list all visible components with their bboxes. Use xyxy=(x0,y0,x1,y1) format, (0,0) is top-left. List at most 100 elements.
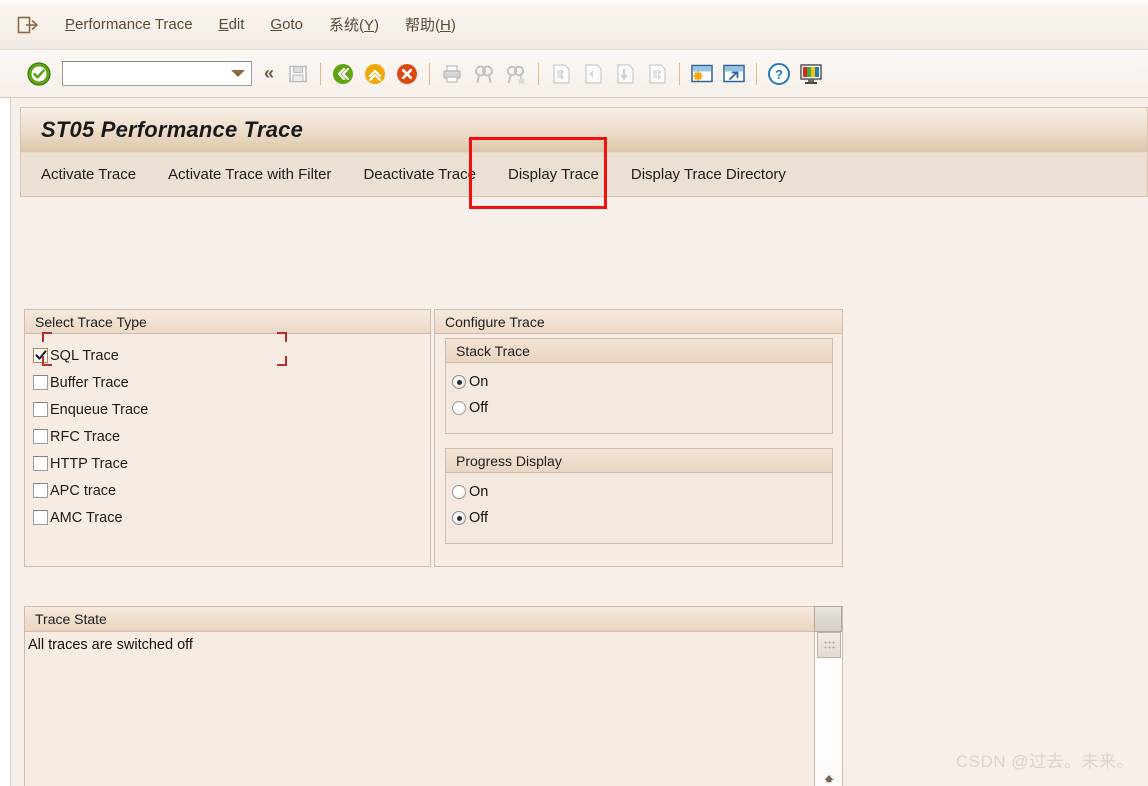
green-check-enter-icon[interactable] xyxy=(26,61,52,87)
help-icon[interactable]: ? xyxy=(766,61,792,87)
trace-state-scrollbar[interactable] xyxy=(814,632,842,786)
page-title: ST05 Performance Trace xyxy=(41,117,304,142)
radio-label: On xyxy=(469,484,489,500)
chevron-down-icon[interactable] xyxy=(231,70,245,77)
configure-trace-title: Configure Trace xyxy=(435,310,842,334)
progress-display-title: Progress Display xyxy=(446,449,832,473)
progress-display-group: Progress Display On Off xyxy=(445,448,833,544)
http-trace-checkbox[interactable] xyxy=(33,456,48,471)
print-icon[interactable] xyxy=(439,61,465,87)
radio-label: On xyxy=(469,374,489,390)
trace-state-message: All traces are switched off xyxy=(28,637,193,653)
first-page-icon[interactable] xyxy=(548,61,574,87)
checkbox-row-http-trace[interactable]: HTTP Trace xyxy=(33,450,430,477)
checkbox-row-apc-trace[interactable]: APC trace xyxy=(33,477,430,504)
previous-page-icon[interactable] xyxy=(580,61,606,87)
command-input[interactable] xyxy=(66,63,226,84)
checkbox-label: AMC Trace xyxy=(50,509,123,526)
stack-trace-on-radio[interactable] xyxy=(452,375,466,389)
apc-trace-checkbox[interactable] xyxy=(33,483,48,498)
sap-gui-window: Performance Trace Edit Goto 系统(Y) 帮助(H) … xyxy=(0,0,1148,786)
stack-trace-title: Stack Trace xyxy=(446,339,832,363)
cancel-icon[interactable] xyxy=(394,61,420,87)
toolbar-separator xyxy=(756,62,758,85)
next-page-icon[interactable] xyxy=(612,61,638,87)
checkbox-label: HTTP Trace xyxy=(50,455,128,472)
checkbox-row-buffer-trace[interactable]: Buffer Trace xyxy=(33,369,430,396)
tab-strip: Activate Trace Activate Trace with Filte… xyxy=(20,152,1148,197)
enqueue-trace-checkbox[interactable] xyxy=(33,402,48,417)
menu-accel-p: P xyxy=(65,16,76,33)
menu-item-goto[interactable]: Goto xyxy=(257,12,316,37)
exit-up-icon[interactable] xyxy=(362,61,388,87)
resize-grip-icon[interactable] xyxy=(817,632,841,658)
save-icon[interactable] xyxy=(285,61,311,87)
trace-state-title: Trace State xyxy=(35,611,107,627)
find-next-icon[interactable] xyxy=(503,61,529,87)
menu-bar: Performance Trace Edit Goto 系统(Y) 帮助(H) xyxy=(0,0,1148,50)
checkbox-row-sql-trace[interactable]: SQL Trace xyxy=(33,342,430,369)
menu-accel-h: H xyxy=(439,17,451,34)
checkbox-row-amc-trace[interactable]: AMC Trace xyxy=(33,504,430,531)
stack-trace-group: Stack Trace On Off xyxy=(445,338,833,434)
checkbox-row-enqueue-trace[interactable]: Enqueue Trace xyxy=(33,396,430,423)
menu-item-performance-trace[interactable]: Performance Trace xyxy=(52,12,206,37)
trace-state-title-bar: Trace State xyxy=(25,606,842,632)
amc-trace-checkbox[interactable] xyxy=(33,510,48,525)
toolbar-separator xyxy=(320,62,322,85)
svg-text:?: ? xyxy=(775,67,783,82)
toolbar-separator xyxy=(538,62,540,85)
checkbox-label: APC trace xyxy=(50,482,117,499)
stack-trace-off-radio[interactable] xyxy=(452,401,466,415)
last-page-icon[interactable] xyxy=(644,61,670,87)
customize-layout-icon[interactable] xyxy=(798,61,824,87)
progress-display-off-radio[interactable] xyxy=(452,511,466,525)
configure-trace-group: Configure Trace Stack Trace On Off Progr… xyxy=(434,309,843,567)
sql-trace-checkbox[interactable] xyxy=(33,348,48,363)
menu-item-edit[interactable]: Edit xyxy=(206,12,258,37)
menu-accel-e: E xyxy=(218,16,229,33)
tab-activate-trace-with-filter[interactable]: Activate Trace with Filter xyxy=(152,152,347,197)
radio-row-stack-off[interactable]: Off xyxy=(452,395,832,421)
create-shortcut-icon[interactable] xyxy=(721,61,747,87)
trace-state-body: All traces are switched off xyxy=(25,632,814,786)
command-field[interactable] xyxy=(62,61,252,86)
left-margin-strip xyxy=(0,98,11,786)
tab-deactivate-trace[interactable]: Deactivate Trace xyxy=(347,152,492,197)
buffer-trace-checkbox[interactable] xyxy=(33,375,48,390)
rfc-trace-checkbox[interactable] xyxy=(33,429,48,444)
back-icon[interactable] xyxy=(330,61,356,87)
tab-activate-trace[interactable]: Activate Trace xyxy=(21,152,152,197)
trace-state-corner-button[interactable] xyxy=(814,606,842,632)
radio-dot xyxy=(456,515,462,521)
radio-row-progress-off[interactable]: Off xyxy=(452,505,832,531)
checkbox-row-rfc-trace[interactable]: RFC Trace xyxy=(33,423,430,450)
checkbox-label: SQL Trace xyxy=(50,347,119,364)
create-session-icon[interactable] xyxy=(689,61,715,87)
toolbar: « ? xyxy=(0,50,1148,98)
radio-label: Off xyxy=(469,510,489,526)
radio-row-stack-on[interactable]: On xyxy=(452,369,832,395)
scrollbar-track[interactable] xyxy=(817,659,840,763)
watermark: CSDN @过去。未来。 xyxy=(955,752,1134,771)
trace-type-checkbox-list: SQL Trace Buffer Trace Enqueue Trace RFC… xyxy=(25,334,430,531)
progress-display-on-radio[interactable] xyxy=(452,485,466,499)
find-icon[interactable] xyxy=(471,61,497,87)
scroll-up-icon[interactable] xyxy=(817,765,841,786)
select-trace-type-title: Select Trace Type xyxy=(25,310,430,334)
exit-icon[interactable] xyxy=(16,14,40,36)
select-trace-type-group: Select Trace Type SQL Trace Buffer Trace xyxy=(24,309,431,567)
radio-row-progress-on[interactable]: On xyxy=(452,479,832,505)
double-chevron-left-icon[interactable]: « xyxy=(264,63,274,84)
checkbox-label: Enqueue Trace xyxy=(50,401,149,418)
tab-display-trace[interactable]: Display Trace xyxy=(492,152,615,197)
trace-state-group: Trace State All traces are switched off xyxy=(24,606,843,786)
menu-item-system[interactable]: 系统(Y) xyxy=(316,10,392,39)
tab-display-trace-directory[interactable]: Display Trace Directory xyxy=(615,152,802,197)
radio-label: Off xyxy=(469,400,489,416)
screen-content: ST05 Performance Trace Activate Trace Ac… xyxy=(11,98,1148,786)
menu-item-help[interactable]: 帮助(H) xyxy=(392,10,469,39)
radio-dot xyxy=(456,379,462,385)
grip-dots xyxy=(823,641,835,649)
toolbar-separator xyxy=(679,62,681,85)
